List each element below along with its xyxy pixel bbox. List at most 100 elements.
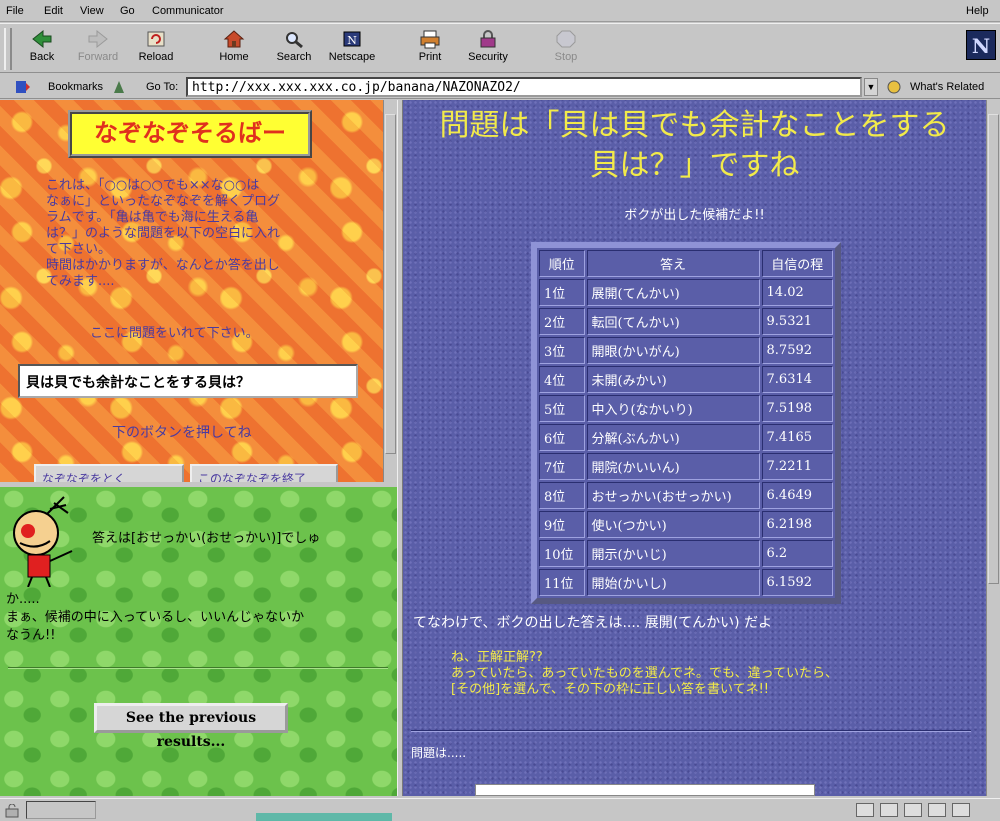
bookmarks-button[interactable]: Bookmarks — [48, 81, 103, 93]
menu-file[interactable]: File — [6, 5, 24, 17]
stop-button[interactable]: Stop — [538, 27, 594, 71]
status-bar — [0, 798, 1000, 821]
confidence-cell: 7.2211 — [761, 453, 833, 480]
printer-icon — [419, 29, 441, 49]
navigation-toolbar: Back Forward Reload Home Search N Netsca… — [0, 23, 1000, 73]
search-label: Search — [276, 51, 312, 63]
menu-help[interactable]: Help — [966, 5, 989, 17]
home-button[interactable]: Home — [206, 27, 262, 71]
intro-text: これは、「○○は○○でも××な○○は なぁに」といったなぞなぞを解くプログ ラム… — [46, 178, 281, 289]
confidence-cell: 8.7592 — [761, 337, 833, 364]
back-button[interactable]: Back — [14, 27, 70, 71]
left-top-frame: なぞなぞそるばー これは、「○○は○○でも××な○○は なぁに」といったなぞなぞ… — [0, 100, 384, 482]
status-text-field — [26, 801, 96, 819]
right-frame: 問題は「貝は貝でも余計なことをする 貝は？」ですね ボクが出した候補だよ!! 順… — [403, 100, 986, 796]
netscape-logo-icon[interactable]: N — [966, 30, 996, 60]
svg-text:N: N — [347, 34, 357, 47]
url-input[interactable]: http://xxx.xxx.xxx.co.jp/banana/NAZONAZO… — [186, 77, 862, 97]
rank-cell: 10位 — [539, 540, 585, 567]
solve-button[interactable]: なぞなぞをとく — [34, 464, 184, 482]
rank-cell: 4位 — [539, 366, 585, 393]
answer-cell: 転回(てんかい) — [586, 308, 760, 335]
correct-answer-input[interactable] — [475, 784, 815, 796]
mascot-icon — [6, 495, 82, 588]
table-row: 4位 未開(みかい) 7.6314 — [539, 366, 833, 393]
netscape-icon: N — [341, 29, 363, 49]
search-icon — [283, 29, 305, 49]
navigator-component-icon[interactable] — [856, 803, 874, 817]
security-button[interactable]: Security — [460, 27, 516, 71]
menu-edit[interactable]: Edit — [44, 5, 63, 17]
progress-bar — [256, 813, 392, 821]
table-row: 7位 開院(かいいん) 7.2211 — [539, 453, 833, 480]
table-row: 11位 開始(かいし) 6.1592 — [539, 569, 833, 596]
mail-component-icon[interactable] — [880, 803, 898, 817]
bookmarks-icon[interactable] — [14, 79, 32, 98]
menu-bar: File Edit View Go Communicator Help — [0, 0, 1000, 22]
see-previous-results-button[interactable]: See the previous results... — [94, 703, 288, 750]
scrollbar-thumb[interactable] — [988, 114, 999, 584]
netscape-button[interactable]: N Netscape — [324, 27, 380, 71]
rank-cell: 3位 — [539, 337, 585, 364]
rank-cell: 8位 — [539, 482, 585, 509]
conclusion-text: てなわけで、ボクの出した答えは.... 展開(てんかい) だよ — [413, 615, 773, 631]
rank-cell: 6位 — [539, 424, 585, 451]
table-row: 5位 中入り(なかいり) 7.5198 — [539, 395, 833, 422]
answer-cell: おせっかい(おせっかい) — [586, 482, 760, 509]
left-top-scrollbar[interactable] — [383, 100, 397, 482]
table-row: 9位 使い(つかい) 6.2198 — [539, 511, 833, 538]
answer-cell: 開院(かいいん) — [586, 453, 760, 480]
table-row: 10位 開示(かいじ) 6.2 — [539, 540, 833, 567]
reload-button[interactable]: Reload — [128, 27, 184, 71]
header-rank: 順位 — [539, 250, 585, 277]
news-component-icon[interactable] — [904, 803, 922, 817]
answer-cell: 未開(みかい) — [586, 366, 760, 393]
url-dropdown-icon[interactable]: ▼ — [864, 78, 878, 96]
menu-communicator[interactable]: Communicator — [152, 5, 224, 17]
answer-text: 答えは[おせっかい(おせっかい)]でしゅ — [92, 531, 321, 546]
composer-component-icon[interactable] — [952, 803, 970, 817]
answer-cell: 展開(てんかい) — [586, 279, 760, 306]
toolbar-grip[interactable] — [4, 28, 12, 70]
location-icon[interactable] — [112, 79, 126, 98]
confidence-cell: 6.1592 — [761, 569, 833, 596]
header-confidence: 自信の程 — [761, 250, 833, 277]
answer-cell: 開示(かいじ) — [586, 540, 760, 567]
mondai-label: 問題は..... — [411, 746, 467, 760]
confidence-cell: 6.2198 — [761, 511, 833, 538]
candidates-table: 順位 答え 自信の程 1位 展開(てんかい) 14.02 2位 転回(てんかい) 9.5… — [531, 242, 841, 604]
end-riddle-button[interactable]: このなぞなぞを終了 — [190, 464, 338, 482]
forward-arrow-icon — [87, 29, 109, 49]
rank-cell: 7位 — [539, 453, 585, 480]
table-row: 2位 転回(てんかい) 9.5321 — [539, 308, 833, 335]
search-button[interactable]: Search — [266, 27, 322, 71]
comment-text: か..... まぁ、候補の中に入っているし、いいんじゃないか なうん!! — [6, 592, 305, 643]
stop-label: Stop — [554, 51, 578, 63]
whats-related-icon[interactable] — [886, 79, 904, 98]
reload-icon — [145, 29, 167, 49]
back-label: Back — [29, 51, 55, 63]
left-bottom-frame: 答えは[おせっかい(おせっかい)]でしゅ か..... まぁ、候補の中に入ってい… — [0, 484, 397, 796]
address-book-component-icon[interactable] — [928, 803, 946, 817]
forward-button[interactable]: Forward — [70, 27, 126, 71]
menu-view[interactable]: View — [80, 5, 104, 17]
question-input[interactable]: 貝は貝でも余計なことをする貝は？ — [18, 364, 358, 398]
forward-label: Forward — [77, 51, 119, 63]
answer-cell: 開眼(かいがん) — [586, 337, 760, 364]
menu-go[interactable]: Go — [120, 5, 135, 17]
rank-cell: 9位 — [539, 511, 585, 538]
confidence-cell: 6.2 — [761, 540, 833, 567]
security-status-icon[interactable] — [4, 803, 22, 818]
confidence-cell: 6.4649 — [761, 482, 833, 509]
security-lock-icon — [477, 29, 499, 49]
stop-icon — [555, 29, 577, 49]
right-scrollbar[interactable] — [986, 100, 1000, 796]
answer-cell: 中入り(なかいり) — [586, 395, 760, 422]
divider — [411, 730, 971, 732]
whats-related-button[interactable]: What's Related — [910, 81, 984, 93]
rank-cell: 2位 — [539, 308, 585, 335]
print-button[interactable]: Print — [402, 27, 458, 71]
app-title: なぞなぞそるばー — [68, 110, 312, 158]
scrollbar-thumb[interactable] — [385, 114, 396, 454]
candidates-subhead: ボクが出した候補だよ!! — [624, 208, 765, 223]
